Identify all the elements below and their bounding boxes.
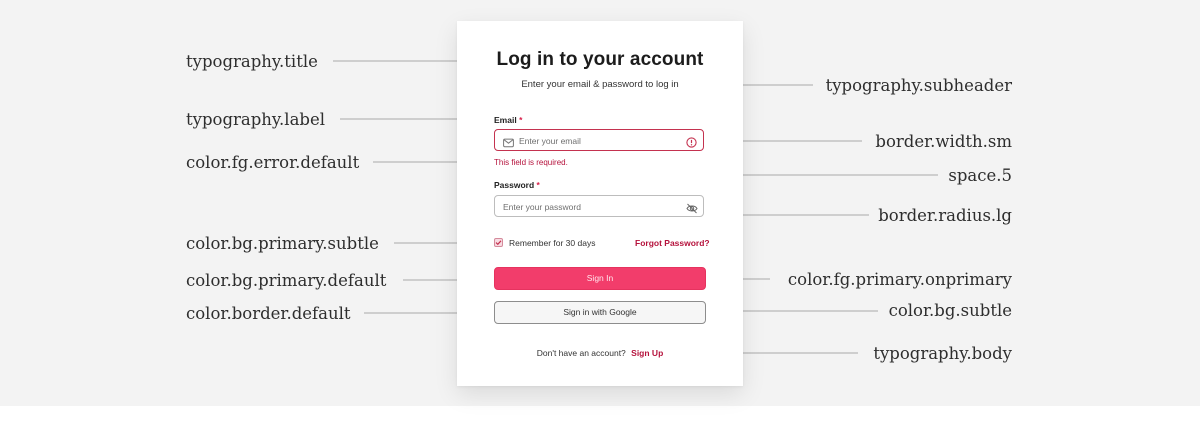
required-mark: * [536, 180, 540, 190]
annotation-color-fg-error: color.fg.error.default [186, 153, 360, 172]
annotation-typography-title: typography.title [186, 52, 318, 71]
annotation-color-fg-primary-onprimary: color.fg.primary.onprimary [787, 270, 1012, 289]
required-mark: * [519, 115, 523, 125]
password-placeholder: Enter your password [503, 202, 581, 212]
page-title: Log in to your account [496, 49, 704, 70]
sign-up-link[interactable]: Sign Up [631, 348, 663, 358]
password-field[interactable]: Enter your password [494, 195, 704, 217]
alert-circle-icon [686, 135, 697, 153]
annotation-space-5: space.5 [948, 166, 1012, 185]
annotation-color-border-default: color.border.default [186, 304, 351, 323]
password-label: Password * [494, 180, 540, 190]
sign-in-button[interactable]: Sign In [494, 267, 706, 290]
envelope-icon [503, 135, 514, 153]
checkbox-icon [495, 240, 502, 246]
annotation-color-bg-primary-subtle: color.bg.primary.subtle [186, 234, 379, 253]
login-card: Log in to your account Enter your email … [457, 21, 743, 386]
annotation-typography-body: typography.body [873, 344, 1012, 363]
email-error-message: This field is required. [494, 158, 568, 167]
annotation-typography-subheader: typography.subheader [825, 76, 1012, 95]
annotation-color-bg-primary-default: color.bg.primary.default [186, 271, 387, 290]
eye-off-icon[interactable] [686, 201, 698, 219]
remember-label: Remember for 30 days [509, 238, 596, 248]
forgot-password-link[interactable]: Forgot Password? [635, 238, 710, 248]
email-placeholder: Enter your email [519, 136, 581, 146]
email-label: Email * [494, 115, 522, 125]
remember-checkbox[interactable] [494, 238, 503, 247]
annotation-typography-label: typography.label [186, 110, 326, 129]
email-field[interactable]: Enter your email [494, 129, 704, 151]
annotation-color-bg-subtle: color.bg.subtle [888, 301, 1012, 320]
email-label-text: Email [494, 115, 517, 125]
sign-in-google-button[interactable]: Sign in with Google [494, 301, 706, 324]
no-account-text: Don't have an account? [536, 348, 626, 358]
signup-row: Don't have an account? Sign Up [457, 348, 743, 358]
subheader: Enter your email & password to log in [521, 79, 679, 90]
annotation-border-width-sm: border.width.sm [875, 132, 1012, 151]
annotation-border-radius-lg: border.radius.lg [878, 206, 1012, 225]
password-label-text: Password [494, 180, 535, 190]
